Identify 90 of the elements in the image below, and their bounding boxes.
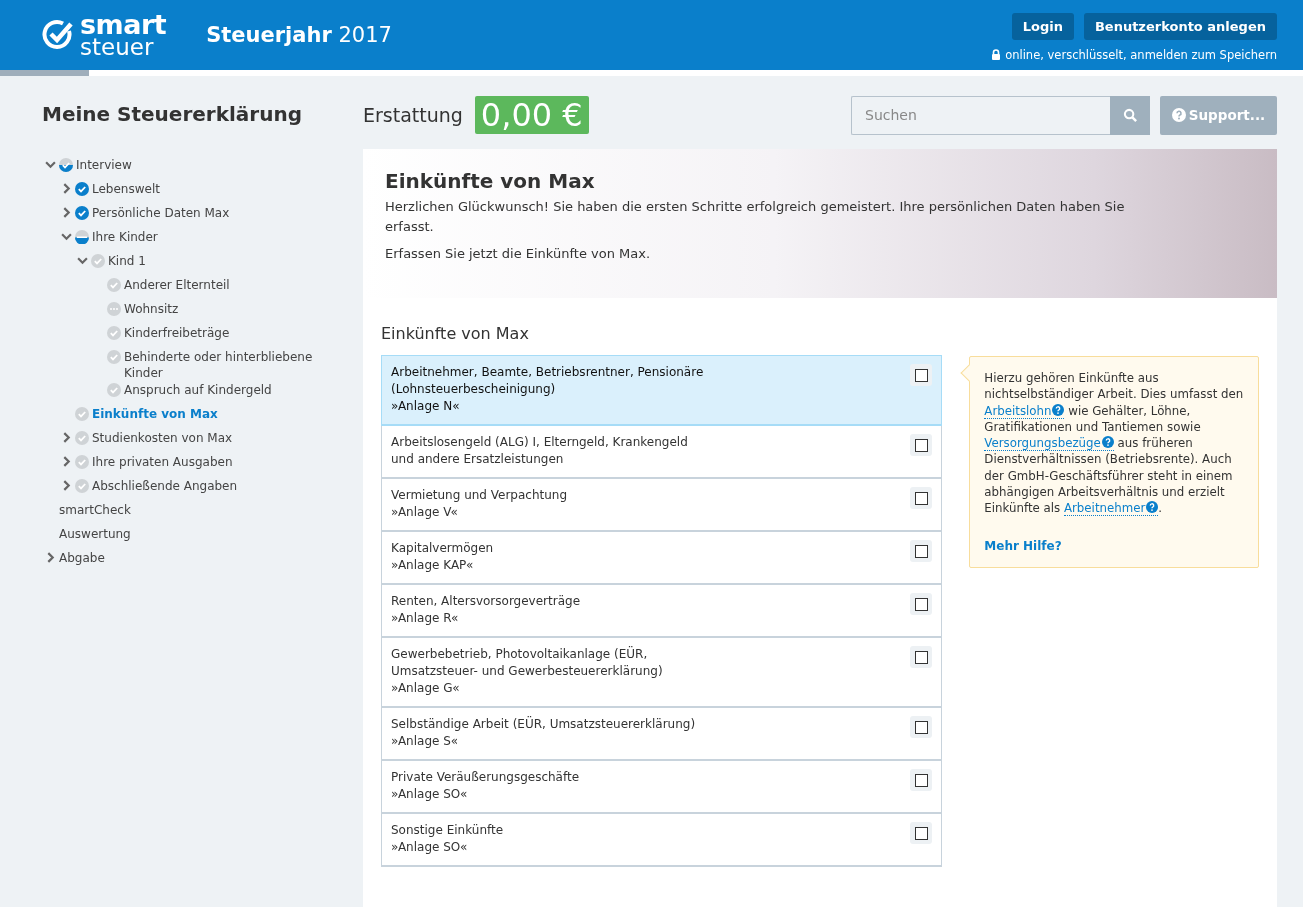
tree-item[interactable]: Abgabe bbox=[59, 549, 105, 566]
glossary-link[interactable]: Arbeitslohn bbox=[984, 403, 1065, 419]
search-field[interactable]: Suchen bbox=[851, 95, 1110, 135]
tree-item[interactable]: smartCheck bbox=[59, 501, 131, 518]
option-text: Arbeitnehmer, Beamte, Betriebsrentner, Pensionäre bbox=[391, 364, 704, 381]
option-text: Arbeitslosengeld (ALG) I, Elterngeld, Krankengeld bbox=[391, 434, 688, 451]
chevron-right-icon[interactable] bbox=[45, 552, 56, 563]
option-text: »Anlage KAP« bbox=[391, 557, 475, 574]
option-text: »Anlage G« bbox=[391, 680, 461, 697]
tree-item[interactable]: Lebenswelt bbox=[92, 180, 160, 197]
tree-item[interactable]: Interview bbox=[76, 156, 132, 173]
register-button[interactable]: Benutzerkonto anlegen bbox=[1083, 12, 1277, 40]
tree-item[interactable]: Anspruch auf Kindergeld bbox=[124, 381, 272, 398]
tree-item[interactable]: Ihre Kinder bbox=[92, 228, 158, 245]
income-option[interactable]: Arbeitnehmer, Beamte, Betriebsrentner, Pensionäre (Lohnsteuerbescheinigung) »Anlage N« bbox=[381, 355, 943, 426]
section-title: Einkünfte von Max bbox=[381, 324, 530, 343]
option-text: Kapitalvermögen bbox=[391, 540, 494, 557]
help-icon[interactable] bbox=[1052, 403, 1065, 416]
search-icon bbox=[1122, 107, 1138, 123]
option-text: Gewerbebetrieb, Photovoltaikanlage (EÜR, bbox=[391, 646, 649, 663]
chevron-right-icon[interactable] bbox=[61, 480, 72, 491]
tree-item[interactable]: Persönliche Daten Max bbox=[92, 204, 230, 221]
tree-item[interactable]: Abschließende Angaben bbox=[92, 477, 238, 494]
logo-text: smart bbox=[80, 12, 167, 37]
tree-item[interactable]: Kind 1 bbox=[108, 252, 146, 269]
help-icon[interactable] bbox=[1146, 501, 1159, 514]
checkbox[interactable] bbox=[914, 773, 928, 787]
option-text: Renten, Altersvorsorgeverträge bbox=[391, 593, 581, 610]
tree-item[interactable]: Behinderte oder hinterbliebene Kinder bbox=[124, 348, 343, 381]
income-option[interactable]: Gewerbebetrieb, Photovoltaikanlage (EÜR, Umsatzsteuer- und Gewerbesteuererklärung) »Anlage G« bbox=[381, 637, 943, 708]
income-option[interactable]: Sonstige Einkünfte »Anlage SO« bbox=[381, 813, 943, 867]
option-text: Private Veräußerungsgeschäfte bbox=[391, 769, 580, 786]
option-text: Selbständige Arbeit (EÜR, Umsatzsteuererklärung) bbox=[391, 716, 696, 733]
chevron-down-icon[interactable] bbox=[61, 231, 72, 242]
checkbox[interactable] bbox=[914, 368, 928, 382]
tree-item[interactable]: Einkünfte von Max bbox=[92, 405, 218, 422]
income-option[interactable]: Vermietung und Verpachtung »Anlage V« bbox=[381, 478, 943, 532]
tree-item[interactable]: Anderer Elternteil bbox=[124, 276, 230, 293]
help-text: Hierzu gehören Einkünfte aus nichtselbständiger Arbeit. Dies umfasst den Arbeitslohn wie Gehälter, Löhne, Gratifikationen und Tantiemen sowie Versorgungsbezüge aus früheren Dienstverhältnissen (Betriebsrente). Auch der GmbH-Geschäftsführer steht in einem abhängigen Arbeitsverhältnis und erzielt Einkünfte als Arbeitnehmer . bbox=[984, 370, 1244, 517]
tree-item[interactable]: Kinderfreibeträge bbox=[124, 324, 230, 341]
tree-item[interactable]: Ihre privaten Ausgaben bbox=[92, 453, 233, 470]
option-text: »Anlage SO« bbox=[391, 839, 469, 856]
lock-icon bbox=[991, 49, 1002, 60]
glossary-link[interactable]: Versorgungsbezüge bbox=[984, 436, 1114, 452]
option-text: Vermietung und Verpachtung bbox=[391, 487, 568, 504]
tree-item[interactable]: Studienkosten von Max bbox=[92, 429, 233, 446]
chevron-down-icon[interactable] bbox=[45, 159, 56, 170]
option-text: Umsatzsteuer- und Gewerbesteuererklärung) bbox=[391, 663, 663, 680]
chevron-right-icon[interactable] bbox=[61, 207, 72, 218]
sidebar-title: Meine Steuererklärung bbox=[42, 102, 304, 126]
chevron-right-icon[interactable] bbox=[61, 456, 72, 467]
checkbox[interactable] bbox=[914, 438, 928, 452]
logo-text: steuer bbox=[80, 36, 154, 58]
login-button[interactable]: Login bbox=[1011, 12, 1074, 40]
security-note: online, verschlüsselt, anmelden zum Speichern bbox=[1005, 47, 1277, 62]
help-icon[interactable] bbox=[1101, 436, 1114, 449]
income-option[interactable]: Arbeitslosengeld (ALG) I, Elterngeld, Krankengeld und andere Ersatzleistungen bbox=[381, 425, 943, 479]
tree-item[interactable]: Wohnsitz bbox=[124, 300, 179, 317]
refund-label: Erstattung bbox=[363, 104, 463, 126]
option-text: »Anlage N« bbox=[391, 398, 461, 415]
hero-text: Herzlichen Glückwunsch! Sie haben die ersten Schritte erfolgreich gemeistert. Ihre persönlichen Daten haben Sie erfasst. bbox=[385, 198, 1125, 236]
help-icon bbox=[1171, 108, 1186, 122]
income-option[interactable]: Kapitalvermögen »Anlage KAP« bbox=[381, 531, 943, 585]
checkbox[interactable] bbox=[914, 826, 928, 840]
checkbox[interactable] bbox=[914, 491, 928, 505]
income-option[interactable]: Private Veräußerungsgeschäfte »Anlage SO« bbox=[381, 760, 943, 814]
option-text: »Anlage SO« bbox=[391, 786, 469, 803]
chevron-right-icon[interactable] bbox=[61, 432, 72, 443]
income-option[interactable]: Renten, Altersvorsorgeverträge »Anlage R« bbox=[381, 584, 943, 638]
tax-year-title: Steuerjahr 2017 bbox=[206, 23, 392, 47]
checkbox[interactable] bbox=[914, 720, 928, 734]
refund-amount: 0,00 € bbox=[474, 96, 589, 134]
option-text: Sonstige Einkünfte bbox=[391, 822, 504, 839]
option-text: »Anlage V« bbox=[391, 504, 459, 521]
tree-item[interactable]: Auswertung bbox=[59, 525, 131, 542]
option-text: und andere Ersatzleistungen bbox=[391, 451, 565, 468]
checkbox[interactable] bbox=[914, 650, 928, 664]
checkbox[interactable] bbox=[914, 597, 928, 611]
income-option[interactable]: Selbständige Arbeit (EÜR, Umsatzsteuererklärung) »Anlage S« bbox=[381, 707, 943, 761]
hero-text: Erfassen Sie jetzt die Einkünfte von Max. bbox=[385, 245, 652, 263]
checkbox[interactable] bbox=[914, 544, 928, 558]
glossary-link[interactable]: Arbeitnehmer bbox=[1063, 501, 1159, 517]
chevron-down-icon[interactable] bbox=[77, 255, 88, 266]
option-text: (Lohnsteuerbescheinigung) bbox=[391, 381, 557, 398]
option-text: »Anlage R« bbox=[391, 610, 460, 627]
hero-title: Einkünfte von Max bbox=[385, 169, 596, 193]
logo-check-icon bbox=[42, 19, 74, 51]
more-help-link[interactable]: Mehr Hilfe? bbox=[984, 538, 1062, 553]
option-text: »Anlage S« bbox=[391, 733, 460, 750]
chevron-right-icon[interactable] bbox=[61, 183, 72, 194]
